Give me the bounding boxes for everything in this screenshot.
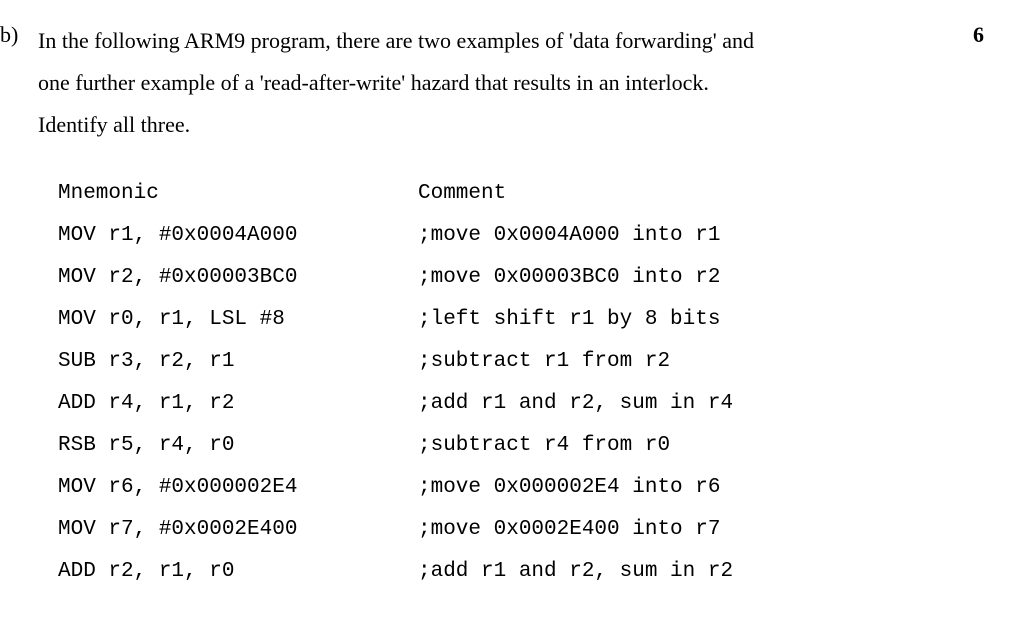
code-header: Mnemonic Comment: [58, 173, 944, 215]
comment-cell: ;move 0x00003BC0 into r2: [418, 257, 944, 299]
mnemonic-cell: MOV r2, #0x00003BC0: [58, 257, 418, 299]
code-row: SUB r3, r2, r1 ;subtract r1 from r2: [58, 341, 944, 383]
question-text: In the following ARM9 program, there are…: [38, 20, 944, 145]
mnemonic-cell: MOV r0, r1, LSL #8: [58, 299, 418, 341]
code-row: MOV r2, #0x00003BC0 ;move 0x00003BC0 int…: [58, 257, 944, 299]
comment-cell: ;add r1 and r2, sum in r4: [418, 383, 944, 425]
code-row: MOV r0, r1, LSL #8 ;left shift r1 by 8 b…: [58, 299, 944, 341]
mnemonic-cell: ADD r2, r1, r0: [58, 551, 418, 593]
code-row: RSB r5, r4, r0 ;subtract r4 from r0: [58, 425, 944, 467]
mnemonic-cell: ADD r4, r1, r2: [58, 383, 418, 425]
question-label: b): [0, 20, 30, 48]
question-line-3: Identify all three.: [38, 112, 190, 137]
code-section: Mnemonic Comment MOV r1, #0x0004A000 ;mo…: [38, 173, 944, 593]
question-marks: 6: [944, 20, 984, 48]
code-row: MOV r6, #0x000002E4 ;move 0x000002E4 int…: [58, 467, 944, 509]
comment-cell: ;subtract r1 from r2: [418, 341, 944, 383]
comment-cell: ;move 0x0004A000 into r1: [418, 215, 944, 257]
mnemonic-cell: MOV r1, #0x0004A000: [58, 215, 418, 257]
code-row: ADD r4, r1, r2 ;add r1 and r2, sum in r4: [58, 383, 944, 425]
comment-cell: ;move 0x000002E4 into r6: [418, 467, 944, 509]
comment-cell: ;add r1 and r2, sum in r2: [418, 551, 944, 593]
code-row: ADD r2, r1, r0 ;add r1 and r2, sum in r2: [58, 551, 944, 593]
code-row: MOV r7, #0x0002E400 ;move 0x0002E400 int…: [58, 509, 944, 551]
comment-cell: ;left shift r1 by 8 bits: [418, 299, 944, 341]
question-content: In the following ARM9 program, there are…: [30, 20, 944, 593]
question-line-1: In the following ARM9 program, there are…: [38, 28, 754, 53]
mnemonic-cell: MOV r6, #0x000002E4: [58, 467, 418, 509]
question-line-2: one further example of a 'read-after-wri…: [38, 70, 709, 95]
question-container: b) In the following ARM9 program, there …: [0, 20, 984, 593]
mnemonic-cell: RSB r5, r4, r0: [58, 425, 418, 467]
code-row: MOV r1, #0x0004A000 ;move 0x0004A000 int…: [58, 215, 944, 257]
mnemonic-cell: MOV r7, #0x0002E400: [58, 509, 418, 551]
comment-cell: ;move 0x0002E400 into r7: [418, 509, 944, 551]
mnemonic-cell: SUB r3, r2, r1: [58, 341, 418, 383]
mnemonic-header: Mnemonic: [58, 173, 418, 215]
comment-cell: ;subtract r4 from r0: [418, 425, 944, 467]
comment-header: Comment: [418, 173, 944, 215]
